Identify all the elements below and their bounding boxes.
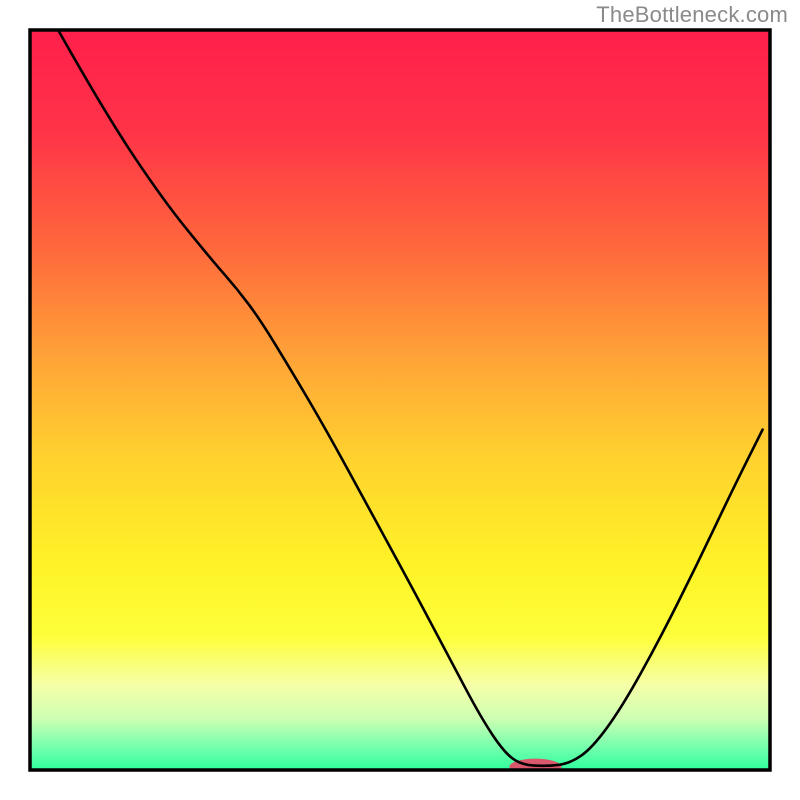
bottleneck-chart (0, 0, 800, 800)
chart-stage: TheBottleneck.com (0, 0, 800, 800)
gradient-background (30, 30, 770, 770)
watermark-text: TheBottleneck.com (596, 2, 788, 28)
